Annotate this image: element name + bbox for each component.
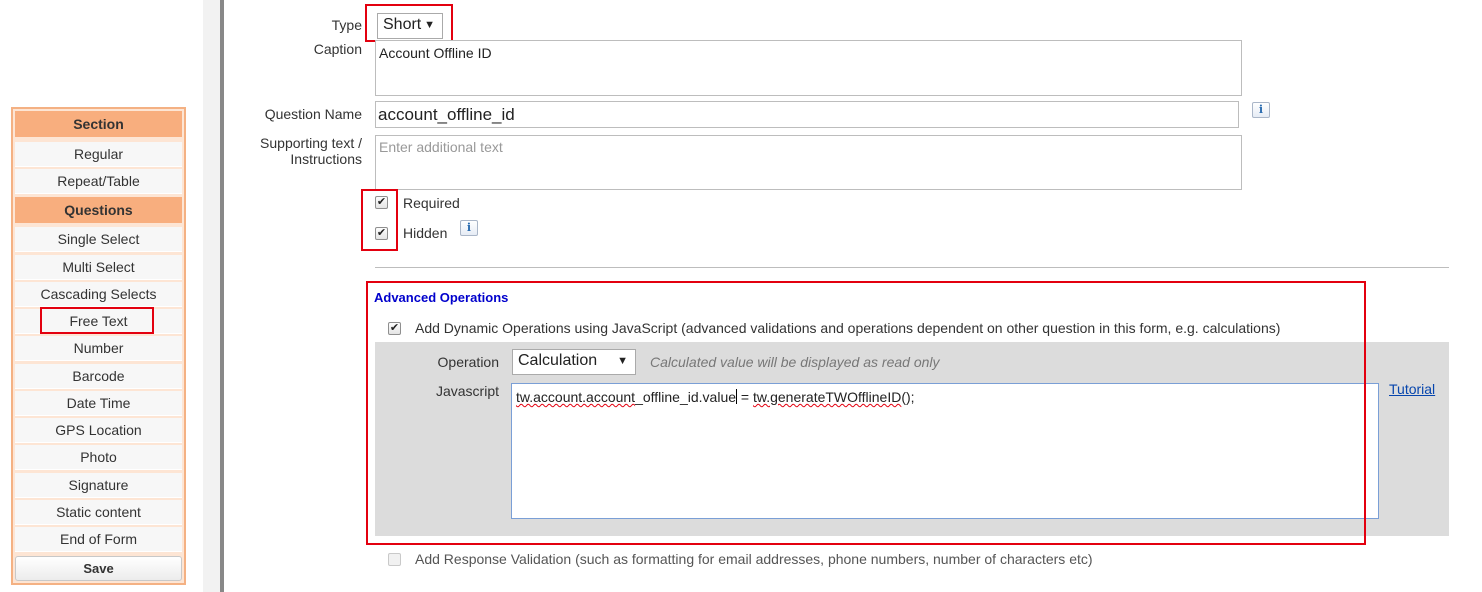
type-select[interactable]: Short ▼ bbox=[377, 13, 443, 39]
question-name-input[interactable]: account_offline_id bbox=[375, 101, 1239, 128]
response-validation-checkbox[interactable] bbox=[388, 553, 401, 566]
questions-header: Questions bbox=[15, 197, 182, 223]
info-icon[interactable]: i bbox=[460, 220, 478, 236]
supporting-text-field[interactable]: Enter additional text bbox=[375, 135, 1242, 190]
operation-hint: Calculated value will be displayed as re… bbox=[650, 354, 940, 370]
js-token: tw.account.account bbox=[516, 389, 636, 405]
info-icon[interactable]: i bbox=[1252, 102, 1270, 118]
palette-item-number[interactable]: Number bbox=[15, 336, 182, 361]
palette-item-regular[interactable]: Regular bbox=[15, 142, 182, 167]
save-button[interactable]: Save bbox=[15, 556, 182, 581]
js-token: .value bbox=[698, 389, 737, 405]
operation-select[interactable]: Calculation ▼ bbox=[512, 349, 636, 375]
palette-item-photo[interactable]: Photo bbox=[15, 445, 182, 470]
section-header: Section bbox=[15, 111, 182, 137]
panel-divider bbox=[220, 0, 224, 592]
required-checkbox[interactable]: ✔ bbox=[375, 196, 388, 209]
supporting-text-label-line2: Instructions bbox=[290, 151, 362, 167]
palette-item-cascading-selects[interactable]: Cascading Selects bbox=[15, 282, 182, 307]
supporting-text-label-line1: Supporting text / bbox=[260, 135, 362, 151]
dynamic-operations-label: Add Dynamic Operations using JavaScript … bbox=[415, 320, 1281, 336]
question-name-label: Question Name bbox=[264, 106, 362, 122]
caption-field[interactable]: Account Offline ID bbox=[375, 40, 1242, 96]
section-divider bbox=[375, 267, 1449, 268]
palette-item-end-of-form[interactable]: End of Form bbox=[15, 527, 182, 552]
advanced-operations-title: Advanced Operations bbox=[374, 290, 509, 305]
chevron-down-icon: ▼ bbox=[424, 19, 435, 31]
js-token: = bbox=[737, 389, 753, 405]
type-select-value: Short bbox=[383, 16, 422, 33]
palette-item-free-text[interactable]: Free Text bbox=[15, 309, 182, 334]
operation-label: Operation bbox=[437, 354, 499, 370]
palette-item-repeat-table[interactable]: Repeat/Table bbox=[15, 169, 182, 194]
palette-item-gps-location[interactable]: GPS Location bbox=[15, 418, 182, 443]
js-token: (); bbox=[901, 389, 915, 405]
question-palette: Section Regular Repeat/Table Questions S… bbox=[11, 107, 186, 585]
palette-item-barcode[interactable]: Barcode bbox=[15, 364, 182, 389]
panel-gutter bbox=[203, 0, 220, 592]
chevron-down-icon: ▼ bbox=[617, 355, 628, 367]
javascript-editor[interactable]: tw.account.account_offline_id.value = tw… bbox=[511, 383, 1379, 519]
operation-select-value: Calculation bbox=[518, 352, 598, 369]
supporting-text-label: Supporting text / Instructions bbox=[220, 135, 362, 167]
js-token: tw.generateTWOfflineID bbox=[752, 389, 902, 405]
js-token: _offline_id bbox=[635, 389, 699, 405]
palette-item-signature[interactable]: Signature bbox=[15, 473, 182, 498]
palette-item-multi-select[interactable]: Multi Select bbox=[15, 255, 182, 280]
javascript-label: Javascript bbox=[435, 383, 499, 399]
required-label: Required bbox=[403, 195, 460, 211]
dynamic-operations-checkbox[interactable]: ✔ bbox=[388, 322, 401, 335]
palette-item-single-select[interactable]: Single Select bbox=[15, 227, 182, 252]
caption-label: Caption bbox=[313, 41, 362, 57]
tutorial-link[interactable]: Tutorial bbox=[1389, 381, 1435, 397]
response-validation-label: Add Response Validation (such as formatt… bbox=[415, 551, 1093, 567]
hidden-label: Hidden bbox=[403, 225, 448, 241]
hidden-checkbox[interactable]: ✔ bbox=[375, 227, 388, 240]
palette-item-date-time[interactable]: Date Time bbox=[15, 391, 182, 416]
palette-item-static-content[interactable]: Static content bbox=[15, 500, 182, 525]
type-label: Type bbox=[331, 17, 362, 33]
